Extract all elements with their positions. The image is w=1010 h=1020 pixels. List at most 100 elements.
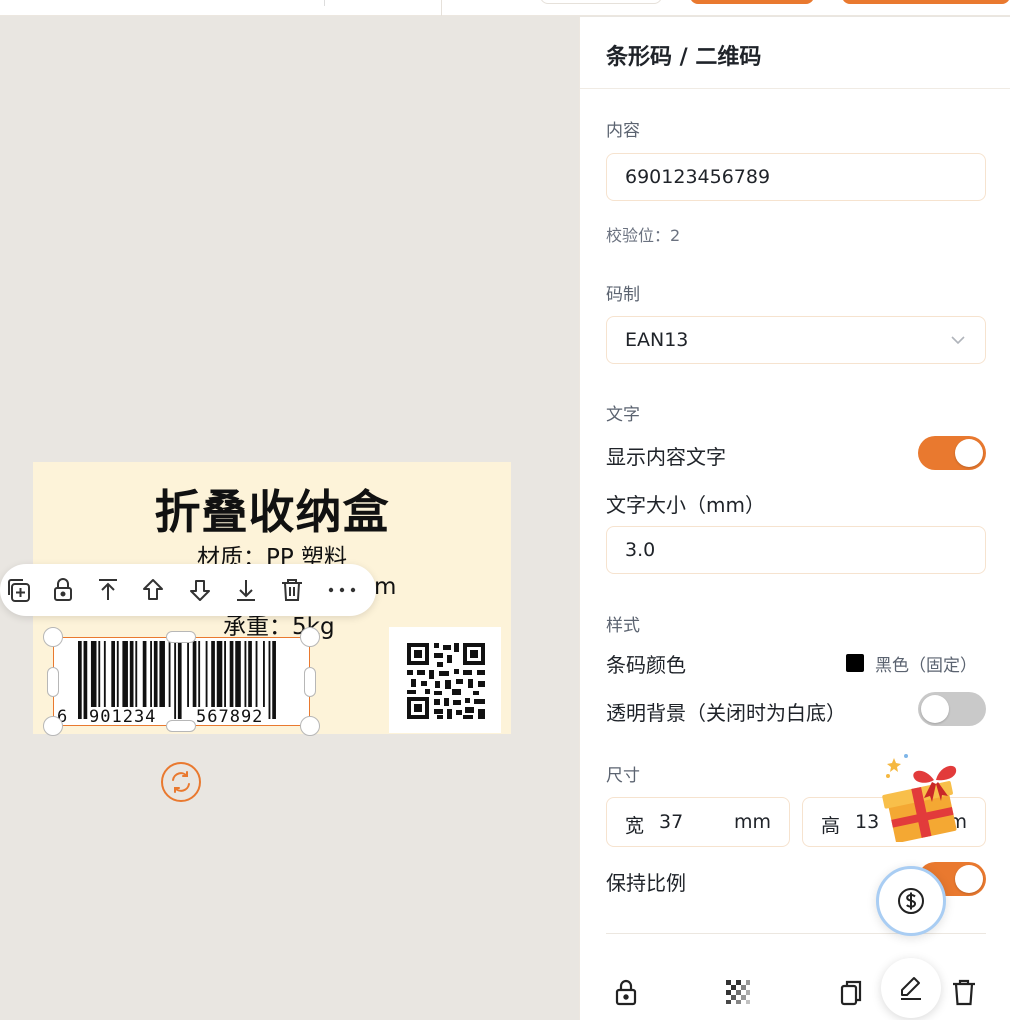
barcode-bar bbox=[116, 641, 119, 707]
top-primary-button[interactable] bbox=[842, 0, 1010, 4]
duplicate-button[interactable] bbox=[2, 574, 34, 606]
duplicate-icon bbox=[8, 579, 30, 602]
bring-to-front-button[interactable] bbox=[92, 574, 124, 606]
gift-promo[interactable] bbox=[880, 752, 972, 843]
top-divider bbox=[324, 0, 325, 6]
height-key: 高 bbox=[821, 815, 841, 837]
edit-float-button[interactable] bbox=[881, 958, 941, 1018]
barcode-bar bbox=[198, 641, 201, 707]
barcode-bar bbox=[177, 641, 182, 719]
label-size-text[interactable]: m bbox=[374, 574, 396, 600]
resize-handle[interactable] bbox=[43, 627, 63, 647]
barcode-bar bbox=[255, 641, 258, 707]
resize-handle[interactable] bbox=[47, 667, 59, 697]
symbology-label: 码制 bbox=[606, 285, 640, 305]
move-up-button[interactable] bbox=[137, 574, 169, 606]
copy-icon bbox=[840, 980, 862, 1006]
barcode-bar bbox=[78, 641, 82, 719]
bring-to-front-icon bbox=[99, 579, 117, 600]
barcode-bar bbox=[192, 641, 197, 707]
transparent-bg-toggle[interactable] bbox=[918, 692, 986, 726]
move-down-icon bbox=[190, 580, 210, 601]
barcode-bar bbox=[229, 641, 234, 707]
resize-handle[interactable] bbox=[166, 631, 196, 643]
pricing-button[interactable] bbox=[876, 866, 946, 936]
chevron-down-icon bbox=[951, 336, 965, 345]
barcode-bar bbox=[129, 641, 134, 707]
toggle-knob bbox=[955, 439, 983, 467]
show-text-toggle[interactable] bbox=[918, 436, 986, 470]
barcode-bar bbox=[150, 641, 152, 707]
rotate-button[interactable] bbox=[161, 762, 201, 802]
toggle-knob bbox=[955, 865, 983, 893]
lock-icon bbox=[615, 979, 637, 1006]
resize-handle[interactable] bbox=[304, 667, 316, 697]
more-button[interactable] bbox=[326, 574, 358, 606]
gift-icon bbox=[882, 754, 957, 843]
barcode-bar bbox=[211, 641, 215, 707]
bar-color-swatch bbox=[846, 654, 864, 672]
qr-code[interactable] bbox=[389, 627, 501, 733]
barcode-icon: 6 901234 567892 bbox=[57, 641, 276, 727]
move-down-button[interactable] bbox=[184, 574, 216, 606]
properties-panel: 条形码 / 二维码 内容 690123456789 校验位：2 码制 EAN13… bbox=[579, 17, 1010, 1020]
send-to-back-button[interactable] bbox=[230, 574, 262, 606]
bar-color-label: 条码颜色 bbox=[606, 653, 686, 677]
top-primary-button[interactable] bbox=[690, 0, 814, 4]
resize-handle[interactable] bbox=[300, 627, 320, 647]
more-icon bbox=[328, 587, 356, 593]
content-label: 内容 bbox=[606, 121, 640, 141]
width-key: 宽 bbox=[625, 815, 645, 837]
barcode-left-digits: 901234 bbox=[89, 707, 156, 727]
font-size-input[interactable]: 3.0 bbox=[606, 526, 986, 574]
element-toolbar bbox=[0, 564, 376, 616]
qr-code-icon bbox=[407, 643, 485, 719]
label-title[interactable]: 折叠收纳盒 bbox=[33, 476, 511, 542]
barcode-bar bbox=[216, 641, 223, 707]
barcode-element[interactable]: 6 901234 567892 bbox=[53, 637, 310, 727]
opacity-button[interactable] bbox=[721, 975, 755, 1009]
content-input[interactable]: 690123456789 bbox=[606, 153, 986, 201]
barcode-bar bbox=[111, 641, 115, 707]
toggle-knob bbox=[921, 695, 949, 723]
barcode-bar bbox=[153, 641, 158, 707]
resize-handle[interactable] bbox=[166, 720, 196, 732]
show-text-label: 显示内容文字 bbox=[606, 445, 726, 469]
send-to-back-icon bbox=[237, 580, 255, 601]
width-input[interactable]: 宽 37 mm bbox=[606, 797, 790, 847]
edit-pen-icon bbox=[901, 977, 921, 1000]
resize-handle[interactable] bbox=[300, 716, 320, 736]
delete-button[interactable] bbox=[276, 574, 308, 606]
bar-color-value: 黑色（固定） bbox=[875, 656, 977, 676]
top-divider bbox=[441, 0, 442, 16]
symbology-value: EAN13 bbox=[625, 329, 689, 351]
panel-title: 条形码 / 二维码 bbox=[606, 45, 762, 70]
barcode-bar bbox=[168, 641, 171, 707]
barcode-bar bbox=[159, 641, 165, 707]
font-size-label: 文字大小（mm） bbox=[606, 493, 765, 517]
top-button[interactable] bbox=[540, 0, 662, 4]
barcode-bar bbox=[142, 641, 147, 707]
symbology-select[interactable]: EAN13 bbox=[606, 316, 986, 364]
lock-icon bbox=[54, 578, 72, 601]
barcode-bar bbox=[272, 641, 276, 719]
barcode-bar bbox=[248, 641, 252, 707]
keep-ratio-label: 保持比例 bbox=[606, 871, 686, 895]
resize-handle[interactable] bbox=[43, 716, 63, 736]
barcode-bar bbox=[244, 641, 247, 707]
barcode-bar bbox=[268, 641, 271, 719]
delete-icon bbox=[953, 979, 975, 1006]
move-up-icon bbox=[143, 579, 163, 600]
barcode-bar bbox=[90, 641, 97, 707]
check-digit-text: 校验位：2 bbox=[606, 226, 681, 245]
style-section-label: 样式 bbox=[606, 616, 640, 636]
barcode-bar bbox=[83, 641, 88, 719]
lock-button[interactable] bbox=[47, 574, 79, 606]
lock-element-button[interactable] bbox=[609, 975, 643, 1009]
transparent-bg-label: 透明背景（关闭时为白底） bbox=[606, 701, 846, 725]
width-unit: mm bbox=[733, 811, 771, 833]
transparency-icon bbox=[726, 980, 750, 1004]
font-size-value: 3.0 bbox=[625, 539, 656, 561]
delete-element-button[interactable] bbox=[947, 975, 981, 1009]
copy-element-button[interactable] bbox=[835, 975, 869, 1009]
